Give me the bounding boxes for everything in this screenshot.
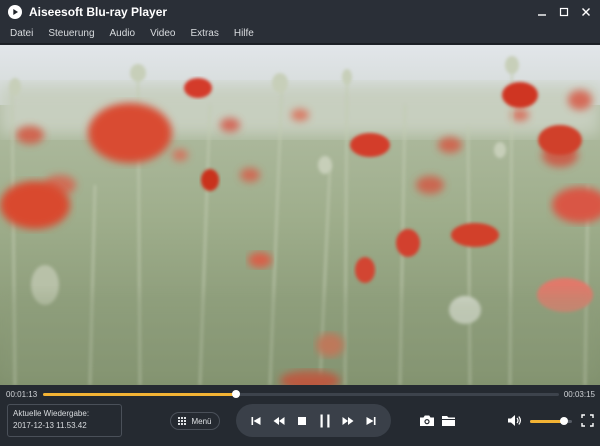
seek-bar-handle[interactable] [231,390,240,398]
menu-extras[interactable]: Extras [191,28,219,39]
progress-row: 00:01:13 00:03:15 [0,385,600,403]
menu-datei[interactable]: Datei [10,28,33,39]
skip-next-icon [366,416,376,425]
stop-button[interactable] [293,411,311,431]
previous-button[interactable] [247,411,265,431]
now-playing-info: Aktuelle Wiedergabe: 2017-12-13 11.53.42 [7,404,122,437]
disc-menu-button[interactable]: Menü [170,412,220,430]
menu-steuerung[interactable]: Steuerung [48,28,94,39]
seek-bar-fill [43,393,236,396]
volume-icon [508,414,521,426]
elapsed-time: 00:01:13 [6,390,38,399]
fullscreen-button[interactable] [578,411,596,429]
menu-bar: Datei Steuerung Audio Video Extras Hilfe [0,24,600,44]
window-title: Aiseesoft Blu-ray Player [29,5,168,19]
open-folder-button[interactable] [440,411,458,429]
total-time: 00:03:15 [563,390,595,399]
video-frame-image [0,45,600,385]
volume-slider-fill [530,420,564,423]
minimize-icon [538,14,546,16]
minimize-button[interactable] [532,2,552,22]
control-bar: Aktuelle Wiedergabe: 2017-12-13 11.53.42… [0,403,600,446]
fullscreen-icon [580,413,594,427]
next-button[interactable] [362,411,380,431]
now-playing-label: Aktuelle Wiedergabe: [13,409,90,418]
close-button[interactable] [576,2,596,22]
maximize-button[interactable] [554,2,574,22]
skip-previous-icon [251,416,261,425]
snapshot-button[interactable] [418,411,436,429]
menu-audio[interactable]: Audio [110,28,136,39]
volume-button[interactable] [506,411,524,429]
volume-slider-handle[interactable] [559,417,568,425]
folder-icon [442,415,455,426]
fast-forward-button[interactable] [339,411,357,431]
pause-icon [320,414,330,427]
volume-slider[interactable] [530,417,572,425]
menu-video[interactable]: Video [150,28,175,39]
fast-forward-icon [342,416,354,425]
transport-controls [236,404,391,437]
pause-button[interactable] [316,411,334,431]
close-icon [582,8,590,16]
rewind-button[interactable] [270,411,288,431]
rewind-icon [273,416,285,425]
video-display[interactable] [0,45,600,385]
menu-hilfe[interactable]: Hilfe [234,28,254,39]
now-playing-title: 2017-12-13 11.53.42 [13,421,87,430]
stop-icon [297,416,306,425]
grid-icon [178,417,187,425]
camera-icon [420,415,434,426]
seek-bar[interactable] [43,390,559,398]
title-bar: Aiseesoft Blu-ray Player [0,0,600,24]
maximize-icon [559,7,569,17]
disc-menu-label: Menü [191,416,212,426]
app-logo-icon [8,5,22,19]
